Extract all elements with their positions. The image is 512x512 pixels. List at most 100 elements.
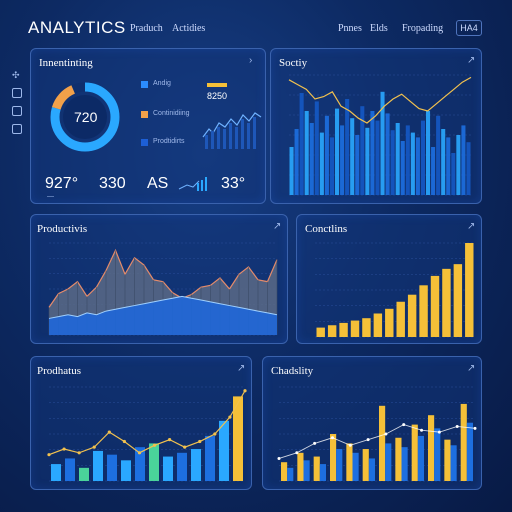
bar-series-2 [466,422,473,481]
panel-conditions: Conctlins ↗ [296,214,482,344]
stat-3: AS [147,175,169,192]
nav-item-right-2[interactable]: Elds [370,23,388,34]
bar [51,464,61,481]
bar [314,101,319,195]
stat-4: 33° [221,175,246,192]
bar [400,141,405,195]
stat-2: 330 [99,175,126,192]
legend-label-3: Prodtidirts [153,138,185,145]
expand-arrow-icon[interactable]: ↗ [467,55,475,66]
bar [436,115,441,195]
panel-title: Conctlins [305,223,348,235]
document-icon[interactable] [12,106,22,116]
bar-series-1 [379,405,386,481]
trend-line [48,390,246,456]
bar [370,111,375,195]
trend-point [402,423,406,427]
society-chart [288,74,472,196]
bar [350,118,355,195]
bar [191,449,201,481]
bar [426,111,431,195]
bar [355,135,360,195]
bar [340,125,345,195]
bar-series-1 [313,456,320,481]
trend-point [455,424,459,428]
stat-1: 927° [45,175,79,192]
trend-point [213,432,217,436]
nav-item-right-3[interactable]: Fropading [402,23,443,34]
trend-point [168,438,172,442]
panel-chadslity: Chadslity ↗ [262,356,482,490]
bar [163,456,173,481]
bar-series-1 [460,403,467,481]
stat-1-caption: — [47,193,54,200]
trend-point [183,445,187,449]
trend-point [366,438,370,442]
bar [289,147,294,195]
productivity-chart [48,242,278,336]
bar-series-1 [428,415,435,481]
bar [309,123,314,195]
panel-title: Soctiy [279,57,308,69]
trend-point [295,451,299,455]
expand-arrow-icon[interactable]: › [249,55,252,66]
bar-series-2 [450,445,457,481]
bar [441,129,446,195]
bar [446,137,451,195]
top-bar: ANALYTICS Praduch Actidies Pnnes Elds Fr… [0,0,512,46]
trend-point [62,447,66,451]
trend-point [122,439,126,444]
bar [430,275,440,337]
bar [79,467,89,481]
app-brand: ANALYTICS [28,18,126,37]
bar [362,318,371,337]
bar [442,268,451,337]
bar [327,325,337,337]
folder-icon[interactable] [12,124,22,134]
expand-arrow-icon[interactable]: ↗ [467,221,475,232]
nav-item-1[interactable]: Praduch [130,23,163,34]
expand-icon[interactable]: ✣ [12,70,22,80]
expand-arrow-icon[interactable]: ↗ [273,221,281,232]
bar [410,132,415,195]
panel-title: Productivis [37,223,88,235]
bar [407,294,417,337]
grid-icon[interactable] [12,88,22,98]
bar [177,452,187,481]
bar [405,125,410,195]
bar [385,113,390,195]
expand-arrow-icon[interactable]: ↗ [237,363,245,374]
panel-products: Prodhatus ↗ [30,356,252,490]
trend-point [384,432,388,436]
nav-item-right-1[interactable]: Pnnes [338,23,362,34]
trend-point [92,445,96,449]
panel-title: Innentinting [39,57,93,69]
bar [350,320,360,337]
bar-series-2 [287,467,294,481]
bar-series-2 [336,449,343,481]
trend-point [198,439,202,444]
bar [319,132,324,195]
legend-label-1: Andig [153,80,171,87]
conditions-chart [315,242,475,338]
header-badge-button[interactable]: HA4 [456,20,482,36]
bar [396,301,405,337]
bar [390,130,395,195]
bar-series-1 [411,424,418,481]
bar [304,111,309,195]
bar [415,137,420,195]
panel-title: Chadslity [271,365,314,377]
trend-point [243,389,247,393]
panel-title: Prodhatus [37,365,81,377]
nav-item-2[interactable]: Actidies [172,23,205,34]
expand-arrow-icon[interactable]: ↗ [467,363,475,374]
bar [375,120,380,195]
trend-point [277,456,281,460]
bar [294,129,299,195]
trend-point [107,430,111,434]
bar [365,127,370,195]
products-chart [47,386,247,482]
trend-point [437,430,441,434]
bar [419,285,428,337]
trend-point [348,443,352,447]
